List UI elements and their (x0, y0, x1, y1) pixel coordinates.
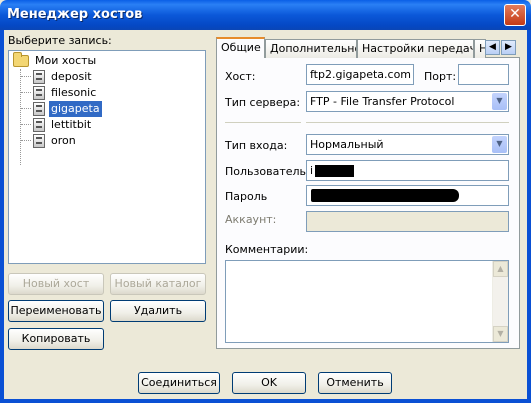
port-input[interactable] (458, 64, 509, 85)
tab-scroll-left-button[interactable]: ◀ (485, 40, 500, 55)
new-host-button[interactable]: Новый хост (8, 273, 104, 295)
server-icon (33, 118, 45, 132)
divider (225, 122, 301, 123)
copy-button[interactable]: Копировать (8, 328, 104, 350)
tree-item-label: deposit (51, 70, 92, 83)
window-title: Менеджер хостов (7, 7, 143, 22)
tree-item-deposit[interactable]: deposit (29, 69, 189, 85)
tree-root-my-hosts[interactable]: Мои хосты (13, 52, 193, 69)
server-type-label: Тип сервера: (225, 96, 301, 109)
scroll-down-icon[interactable]: ▼ (493, 326, 508, 342)
tree-item-gigapeta[interactable]: gigapeta (29, 101, 189, 117)
login-type-label: Тип входа: (225, 139, 288, 152)
server-type-select[interactable]: FTP - File Transfer Protocol ▼ (306, 91, 509, 112)
cancel-button[interactable]: Отменить (318, 372, 392, 394)
host-label: Хост: (225, 70, 256, 83)
password-input[interactable] (306, 185, 509, 206)
tree-root-label: Мои хосты (35, 54, 97, 67)
new-folder-button[interactable]: Новый каталог (110, 273, 206, 295)
tab-general[interactable]: Общие (216, 37, 265, 58)
user-value: i (310, 164, 314, 177)
redaction-mask (315, 165, 354, 177)
ok-button[interactable]: OK (232, 372, 306, 394)
user-input[interactable]: i (306, 160, 509, 181)
tree-connector (20, 69, 21, 165)
select-entry-label: Выберите запись: (8, 34, 112, 47)
redaction-mask (311, 189, 459, 202)
tree-item-label: oron (51, 134, 76, 147)
connect-button[interactable]: Соединиться (138, 372, 220, 394)
window-frame-left (0, 30, 4, 403)
arrow-left-icon: ◀ (489, 42, 496, 52)
window-frame-bottom (0, 399, 531, 403)
scroll-up-icon[interactable]: ▲ (493, 261, 508, 277)
rename-button[interactable]: Переименовать (8, 300, 104, 322)
tree-item-label: filesonic (51, 86, 97, 99)
server-icon (33, 134, 45, 148)
delete-button[interactable]: Удалить (110, 300, 206, 322)
user-label: Пользователь: (225, 165, 310, 178)
arrow-right-icon: ▶ (505, 42, 512, 52)
title-bar: Менеджер хостов ✕ (0, 0, 531, 30)
login-type-value: Нормальный (310, 138, 384, 151)
divider (306, 122, 509, 123)
tab-transfer-settings[interactable]: Настройки передачи (357, 39, 474, 58)
server-icon (33, 86, 45, 100)
port-label: Порт: (424, 70, 457, 83)
tree-item-label: gigapeta (49, 101, 102, 117)
tree-item-filesonic[interactable]: filesonic (29, 85, 189, 101)
account-input (306, 211, 509, 232)
server-icon (33, 102, 45, 116)
tab-advanced[interactable]: Дополнительно (265, 39, 357, 58)
server-icon (33, 70, 45, 84)
tree-item-oron[interactable]: oron (29, 133, 189, 149)
host-input[interactable]: ftp2.gigapeta.com (306, 64, 414, 85)
login-type-select[interactable]: Нормальный ▼ (306, 134, 509, 155)
tab-scroll-right-button[interactable]: ▶ (501, 40, 516, 55)
account-label: Аккаунт: (225, 213, 277, 226)
comments-scrollbar[interactable]: ▲ ▼ (492, 261, 508, 342)
comments-textarea[interactable]: ▲ ▼ (225, 260, 509, 343)
tree-item-label: lettitbit (51, 118, 92, 131)
window-frame-right (527, 30, 531, 403)
host-tree[interactable]: Мои хосты deposit filesonic gigapeta let… (8, 50, 206, 264)
folder-icon (13, 52, 29, 67)
comments-label: Комментарии: (225, 243, 309, 256)
chevron-down-icon[interactable]: ▼ (492, 136, 507, 153)
tree-item-lettitbit[interactable]: lettitbit (29, 117, 189, 133)
close-icon: ✕ (509, 6, 521, 22)
close-button[interactable]: ✕ (504, 4, 526, 26)
password-label: Пароль (225, 190, 268, 203)
chevron-down-icon[interactable]: ▼ (492, 93, 507, 110)
server-type-value: FTP - File Transfer Protocol (310, 95, 455, 108)
